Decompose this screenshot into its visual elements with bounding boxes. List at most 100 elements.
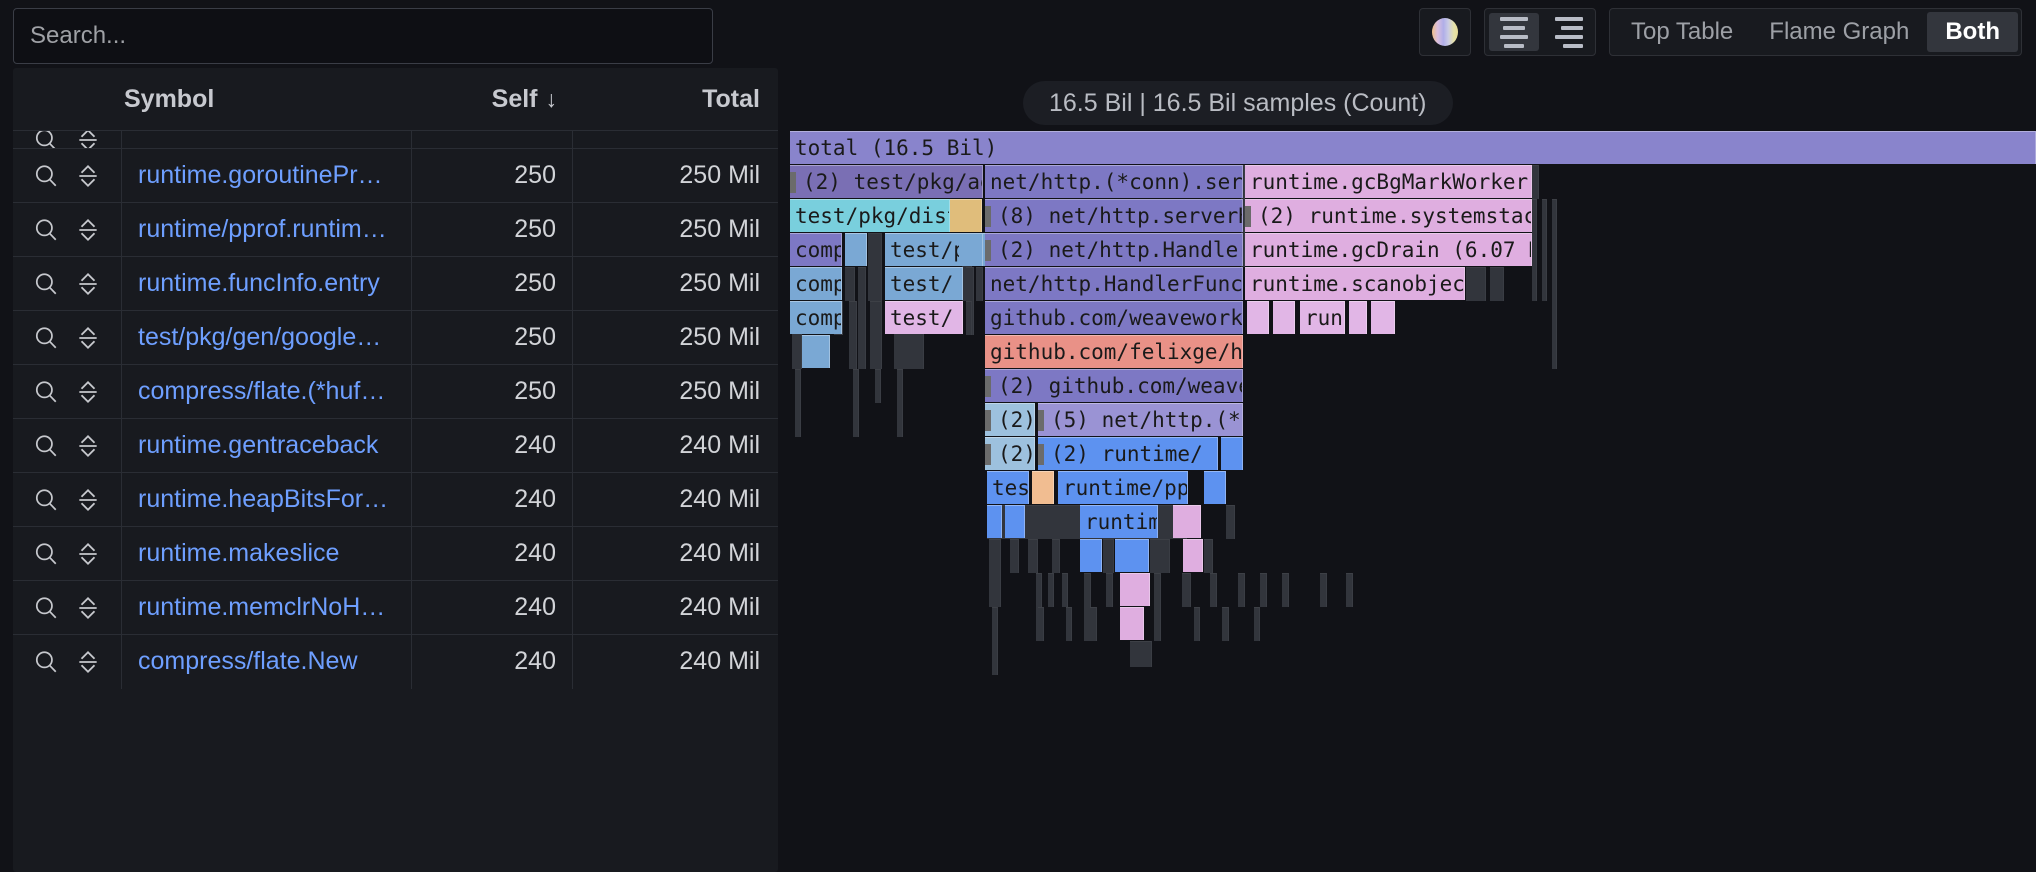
- expand-collapse-icon[interactable]: [75, 325, 101, 351]
- flame-bar-unlabeled[interactable]: [1552, 199, 1557, 369]
- view-mode-both[interactable]: Both: [1927, 12, 2018, 52]
- magnify-icon[interactable]: [33, 487, 59, 513]
- magnify-icon[interactable]: [33, 163, 59, 189]
- flame-graph-canvas[interactable]: total (16.5 Bil)(2) test/pkg/agenet/http…: [790, 131, 2036, 872]
- flame-bar-unlabeled[interactable]: [987, 505, 1002, 538]
- flame-bar-unlabeled[interactable]: [1490, 267, 1504, 301]
- row-symbol[interactable]: runtime.funcInfo.entry: [122, 257, 412, 311]
- align-right-button[interactable]: [1541, 13, 1591, 51]
- flame-bar[interactable]: (8) net/http.serverHan: [985, 199, 1243, 232]
- flame-bar-unlabeled[interactable]: [1182, 573, 1191, 607]
- table-row[interactable]: runtime.funcInfo.entry250250 Mil: [13, 256, 778, 310]
- flame-bar[interactable]: runtime/pprof: [1058, 471, 1188, 504]
- flame-bar-unlabeled[interactable]: [858, 267, 866, 369]
- flame-bar-unlabeled[interactable]: [1282, 573, 1289, 607]
- flame-bar-unlabeled[interactable]: [976, 267, 983, 301]
- flame-bar-unlabeled[interactable]: [1120, 573, 1150, 606]
- flame-bar-unlabeled[interactable]: [1090, 607, 1097, 641]
- table-row[interactable]: compress/flate.New240240 Mil: [13, 634, 778, 688]
- flame-bar-unlabeled[interactable]: [1238, 573, 1245, 607]
- flame-bar[interactable]: (2) g: [985, 437, 1035, 470]
- row-symbol[interactable]: runtime.makeslice: [122, 527, 412, 581]
- flame-bar[interactable]: net/http.HandlerFunc.S: [985, 267, 1243, 300]
- flame-bar-unlabeled[interactable]: [1226, 505, 1235, 539]
- flame-bar-unlabeled[interactable]: [1028, 539, 1038, 573]
- flame-bar-unlabeled[interactable]: [1222, 607, 1229, 641]
- flame-bar-unlabeled[interactable]: [1103, 539, 1114, 573]
- flame-bar[interactable]: test/: [885, 267, 963, 300]
- table-row[interactable]: [13, 130, 778, 148]
- flame-bar-unlabeled[interactable]: [1260, 573, 1267, 607]
- expand-collapse-icon[interactable]: [75, 271, 101, 297]
- magnify-icon[interactable]: [33, 130, 59, 148]
- flame-bar[interactable]: total (16.5 Bil): [790, 131, 2036, 164]
- row-symbol[interactable]: runtime.gentraceback: [122, 419, 412, 473]
- row-symbol[interactable]: runtime.memclrNoH…: [122, 581, 412, 635]
- flame-bar-unlabeled[interactable]: [1254, 607, 1260, 641]
- flame-bar-unlabeled[interactable]: [795, 369, 801, 437]
- row-symbol[interactable]: compress/flate.(*huf…: [122, 365, 412, 419]
- table-row[interactable]: runtime.heapBitsFor…240240 Mil: [13, 472, 778, 526]
- flame-bar-unlabeled[interactable]: [1010, 539, 1019, 573]
- flame-bar-unlabeled[interactable]: [1466, 267, 1486, 301]
- flame-bar-unlabeled[interactable]: [1005, 505, 1025, 538]
- flame-bar-unlabeled[interactable]: [1115, 539, 1149, 572]
- flame-bar-unlabeled[interactable]: [1320, 573, 1327, 607]
- expand-collapse-icon[interactable]: [75, 217, 101, 243]
- flame-bar-unlabeled[interactable]: [1120, 607, 1144, 640]
- table-row[interactable]: runtime.gentraceback240240 Mil: [13, 418, 778, 472]
- flame-bar[interactable]: runtime.scanobject: [1245, 267, 1465, 300]
- table-body[interactable]: runtime.goroutinePr…250250 Milruntime/pp…: [13, 130, 778, 872]
- row-symbol[interactable]: runtime/pprof.runtim…: [122, 203, 412, 257]
- flame-bar[interactable]: runtime.gcBgMarkWorker (6: [1245, 165, 1532, 198]
- flame-bar-unlabeled[interactable]: [845, 267, 855, 301]
- flame-bar[interactable]: net/http.(*conn).serve: [985, 165, 1243, 198]
- flame-bar[interactable]: (2) test/pkg/age: [790, 165, 983, 198]
- flame-bar[interactable]: (2) runtime/: [1038, 437, 1218, 470]
- flame-bar-unlabeled[interactable]: [959, 233, 983, 266]
- flame-bar-unlabeled[interactable]: [1052, 539, 1060, 573]
- flame-bar[interactable]: runtime.gcDrain (6.07 Bil: [1245, 233, 1532, 266]
- table-row[interactable]: compress/flate.(*huf…250250 Mil: [13, 364, 778, 418]
- flame-bar-unlabeled[interactable]: [870, 301, 882, 369]
- flame-bar-unlabeled[interactable]: [1080, 539, 1102, 572]
- table-row[interactable]: runtime.goroutinePr…250250 Mil: [13, 148, 778, 202]
- magnify-icon[interactable]: [33, 379, 59, 405]
- flame-bar[interactable]: runt: [1300, 301, 1345, 334]
- flame-bar-unlabeled[interactable]: [1210, 573, 1217, 607]
- magnify-icon[interactable]: [33, 217, 59, 243]
- flame-bar[interactable]: (2) runtime.systemstack: [1245, 199, 1532, 232]
- row-symbol[interactable]: test/pkg/gen/google…: [122, 311, 412, 365]
- flame-bar-unlabeled[interactable]: [992, 607, 998, 675]
- table-row[interactable]: runtime.memclrNoH…240240 Mil: [13, 580, 778, 634]
- flame-bar-unlabeled[interactable]: [1154, 573, 1161, 641]
- flame-bar-unlabeled[interactable]: [1194, 607, 1200, 641]
- magnify-icon[interactable]: [33, 325, 59, 351]
- expand-collapse-icon[interactable]: [75, 433, 101, 459]
- table-row[interactable]: test/pkg/gen/google…250250 Mil: [13, 310, 778, 364]
- view-mode-flame-graph[interactable]: Flame Graph: [1751, 12, 1927, 52]
- flame-bar-unlabeled[interactable]: [1204, 471, 1226, 504]
- flame-bar-unlabeled[interactable]: [845, 233, 867, 266]
- flame-bar-unlabeled[interactable]: [1183, 539, 1203, 572]
- row-symbol[interactable]: runtime.heapBitsFor…: [122, 473, 412, 527]
- magnify-icon[interactable]: [33, 649, 59, 675]
- flame-bar[interactable]: test/pkg/distri: [790, 199, 950, 232]
- magnify-icon[interactable]: [33, 433, 59, 459]
- flame-bar-unlabeled[interactable]: [1349, 301, 1367, 334]
- flame-bar-unlabeled[interactable]: [950, 199, 982, 232]
- flame-bar[interactable]: github.com/weaveworks/: [985, 301, 1243, 334]
- flame-bar-unlabeled[interactable]: [1204, 539, 1213, 573]
- flame-bar-unlabeled[interactable]: [1038, 607, 1044, 641]
- flame-bar-unlabeled[interactable]: [1150, 539, 1170, 573]
- flame-bar[interactable]: (2) github.com/weavew: [985, 369, 1243, 402]
- flame-bar-unlabeled[interactable]: [1542, 199, 1547, 301]
- table-row[interactable]: runtime.makeslice240240 Mil: [13, 526, 778, 580]
- expand-collapse-icon[interactable]: [75, 595, 101, 621]
- flame-bar-unlabeled[interactable]: [1130, 641, 1152, 667]
- flame-bar-unlabeled[interactable]: [1371, 301, 1395, 334]
- flame-bar-unlabeled[interactable]: [853, 369, 859, 437]
- view-mode-top-table[interactable]: Top Table: [1613, 12, 1751, 52]
- expand-collapse-icon[interactable]: [75, 130, 101, 148]
- expand-collapse-icon[interactable]: [75, 541, 101, 567]
